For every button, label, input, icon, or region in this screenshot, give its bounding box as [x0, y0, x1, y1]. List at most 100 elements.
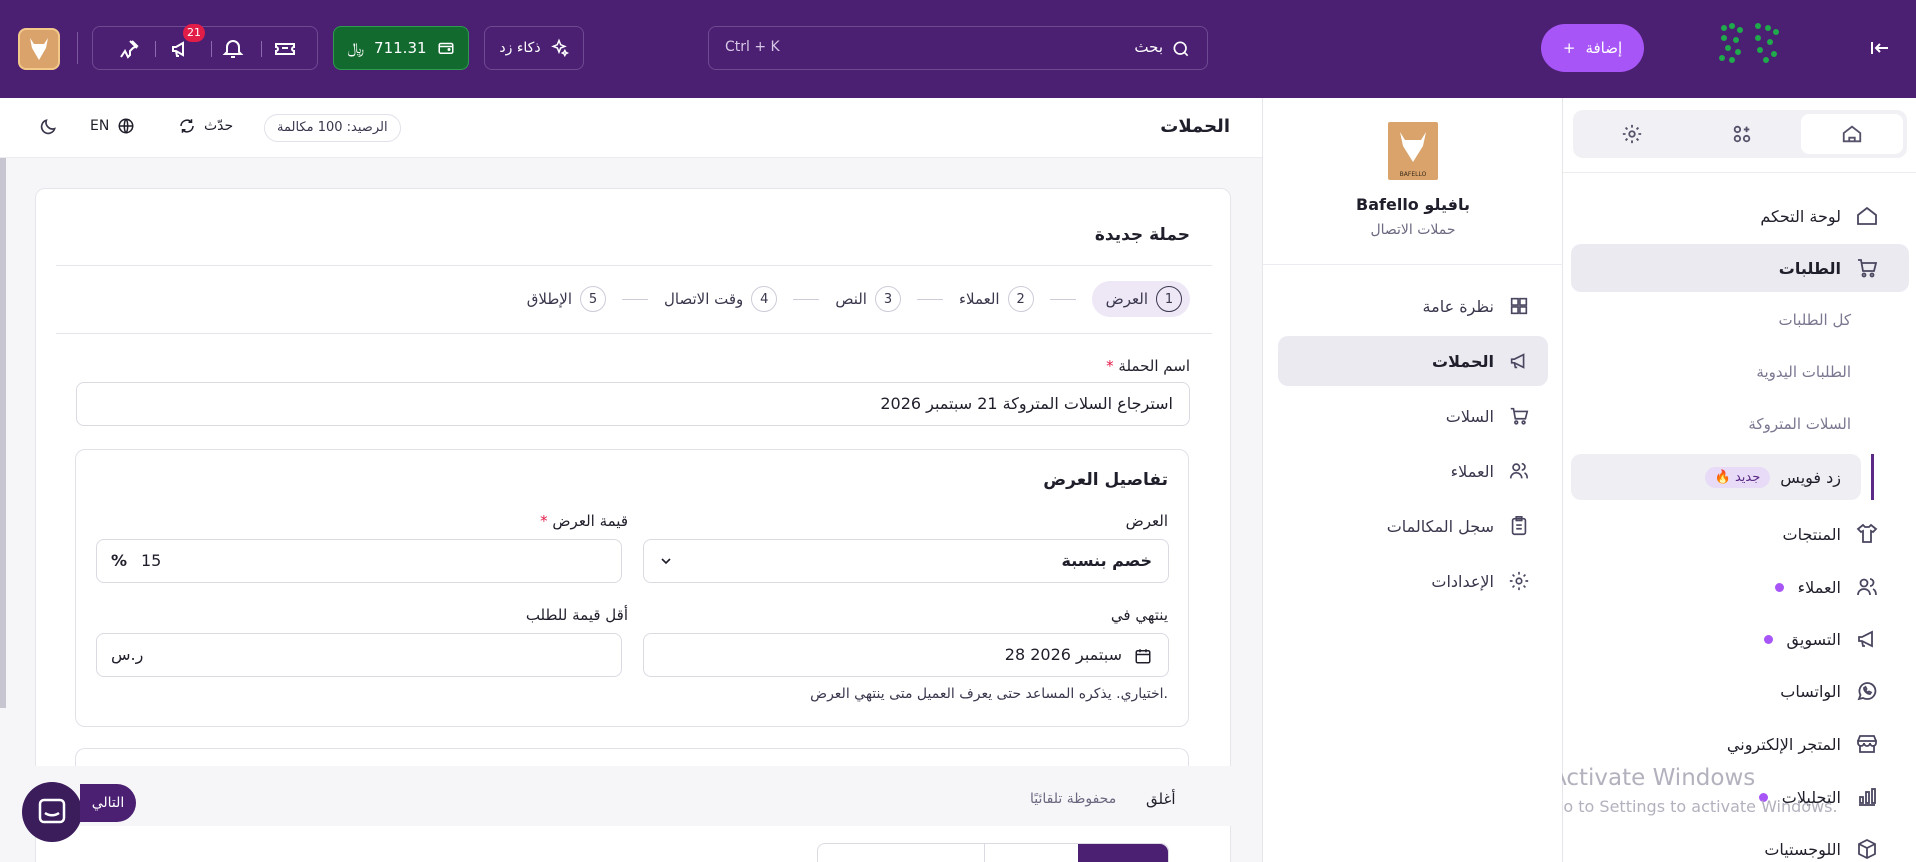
sidebar-subitem-abandoned-carts[interactable]: السلات المتروكة [1571, 406, 1871, 442]
app-name: Bafello بافيلو [1356, 195, 1470, 214]
cart-icon [1855, 256, 1879, 280]
tab-apps[interactable] [1691, 114, 1793, 154]
gear-icon [1508, 570, 1530, 592]
step-launch[interactable]: 5 الإطلاق [527, 281, 607, 317]
sidebar-subitem-all-orders[interactable]: كل الطلبات [1571, 302, 1871, 338]
tab-settings[interactable] [1581, 114, 1683, 154]
toolbar-icons: 21 [92, 24, 318, 70]
store-icon [1855, 732, 1879, 756]
top-bar: + إضافة بحث Ctrl + K ذكاء زد ﷼ 711.31 21 [0, 0, 1916, 98]
offer-label: العرض [1125, 512, 1168, 530]
offer-value-label: * قيمة العرض [540, 512, 628, 530]
app-menu-customers[interactable]: العملاء [1278, 446, 1548, 496]
ends-at-date-input[interactable]: 28 سبتمبر 2026 [643, 633, 1169, 677]
scrollbar[interactable] [0, 158, 6, 708]
sidebar-item-whatsapp[interactable]: الواتساب [1571, 667, 1909, 715]
svg-text:BAFELLO: BAFELLO [1400, 171, 1427, 178]
riyal-icon: ﷼ [347, 39, 365, 57]
shirt-icon [1855, 522, 1879, 546]
cart-icon [1508, 405, 1530, 427]
home-icon [1855, 204, 1879, 228]
campaign-name-label: * اسم الحملة [1106, 357, 1190, 375]
apps-icon [1731, 123, 1753, 145]
sidebar-item-orders[interactable]: الطلبات [1571, 244, 1909, 292]
sidebar-item-dashboard[interactable]: لوحة التحكم [1571, 192, 1909, 240]
ends-at-label: ينتهي في [1110, 606, 1168, 624]
sidebar-item-online-store[interactable]: المتجر الإلكتروني [1571, 720, 1909, 768]
sidebar-item-products[interactable]: المنتجات [1571, 510, 1909, 558]
chat-launcher-button[interactable] [22, 782, 82, 842]
currency-unit: ر.س [111, 645, 144, 664]
users-icon [1855, 575, 1879, 599]
bell-icon[interactable] [221, 37, 245, 61]
add-button[interactable]: + إضافة [1541, 24, 1644, 72]
app-menu-carts[interactable]: السلات [1278, 391, 1548, 441]
box-icon [1855, 837, 1879, 861]
sidebar-item-logistics[interactable]: اللوجستيات [1571, 825, 1909, 862]
segmented-tabs[interactable] [817, 843, 1169, 862]
step-script[interactable]: 3 النص [835, 281, 901, 317]
app-menu-campaigns[interactable]: الحملات [1278, 336, 1548, 386]
megaphone-icon [1855, 627, 1879, 651]
plus-icon: + [1562, 39, 1576, 57]
page-title: الحملات [1160, 116, 1230, 137]
main-sidebar: لوحة التحكم الطلبات كل الطلبات الطلبات ا… [1562, 98, 1916, 862]
form-title: حملة جديدة [1094, 225, 1190, 245]
windows-watermark-subtitle: Go to Settings to activate Windows. [1551, 797, 1838, 816]
segmented-tab[interactable] [984, 844, 1078, 862]
step-call-time[interactable]: 4 وقت الاتصال [664, 281, 778, 317]
pin-icon[interactable] [117, 37, 141, 61]
ticket-icon[interactable] [273, 37, 297, 61]
sidebar-item-marketing[interactable]: التسويق [1571, 615, 1909, 663]
brand-logo [1714, 18, 1790, 68]
clipboard-icon [1508, 515, 1530, 537]
step-customers[interactable]: 2 العملاء [959, 281, 1034, 317]
calendar-icon [1134, 647, 1152, 665]
app-menu-settings[interactable]: الإعدادات [1278, 556, 1548, 606]
chevron-down-icon [658, 553, 674, 569]
next-button[interactable]: التالي [80, 784, 136, 822]
percent-unit: % [111, 551, 128, 570]
autosave-status: محفوظة تلقائيًا [1030, 791, 1117, 807]
refresh-button[interactable]: حدّث [178, 117, 233, 135]
chart-icon [1855, 785, 1879, 809]
notification-count-badge: 21 [183, 24, 205, 42]
search-icon [1171, 39, 1191, 59]
offer-value-input[interactable]: % 15 [96, 539, 622, 583]
offer-details-title: تفاصيل العرض [1043, 470, 1168, 490]
app-menu-overview[interactable]: نظرة عامة [1278, 281, 1548, 331]
collapse-sidebar-icon[interactable] [1868, 36, 1892, 60]
moon-icon[interactable] [38, 117, 58, 137]
campaign-name-input[interactable]: استرجاع السلات المتروكة 21 سبتمبر 2026 [76, 382, 1190, 426]
megaphone-icon [1508, 350, 1530, 372]
app-sidebar: BAFELLO Bafello بافيلو حملات الاتصال نظر… [1262, 98, 1563, 862]
grid-icon [1508, 295, 1530, 317]
globe-icon [117, 117, 135, 135]
app-menu-call-log[interactable]: سجل المكالمات [1278, 501, 1548, 551]
balance-badge: الرصيد: 100 مكالمة [264, 114, 401, 142]
offer-details-section: تفاصيل العرض العرض * قيمة العرض خصم بنسب… [75, 449, 1189, 727]
wallet-icon [437, 39, 455, 57]
sidebar-tabs [1573, 110, 1907, 158]
close-button[interactable]: أغلق [1146, 790, 1176, 808]
tab-home[interactable] [1801, 114, 1903, 154]
language-toggle[interactable]: EN [90, 117, 135, 135]
sidebar-item-customers[interactable]: العملاء [1571, 563, 1909, 611]
offer-type-select[interactable]: خصم بنسبة [643, 539, 1169, 583]
store-avatar[interactable] [18, 28, 60, 70]
home-icon [1841, 123, 1863, 145]
windows-watermark-title: Activate Windows [1551, 765, 1756, 791]
step-offer[interactable]: 1 العرض [1091, 281, 1190, 317]
whatsapp-icon [1855, 679, 1879, 703]
wallet-button[interactable]: ﷼ 711.31 [333, 26, 469, 70]
gear-icon [1621, 123, 1643, 145]
min-order-input[interactable]: ر.س [96, 633, 622, 677]
refresh-icon [178, 117, 196, 135]
zid-ai-button[interactable]: ذكاء زد [484, 26, 584, 70]
search-input[interactable]: بحث Ctrl + K [708, 26, 1208, 70]
status-dot [1774, 582, 1784, 592]
sparkle-icon [549, 38, 569, 58]
segmented-tab-selected[interactable] [1078, 844, 1168, 862]
sidebar-subitem-zid-voice[interactable]: 🔥 جديد زد فويس [1571, 454, 1861, 500]
sidebar-subitem-manual-orders[interactable]: الطلبات اليدوية [1571, 354, 1871, 390]
